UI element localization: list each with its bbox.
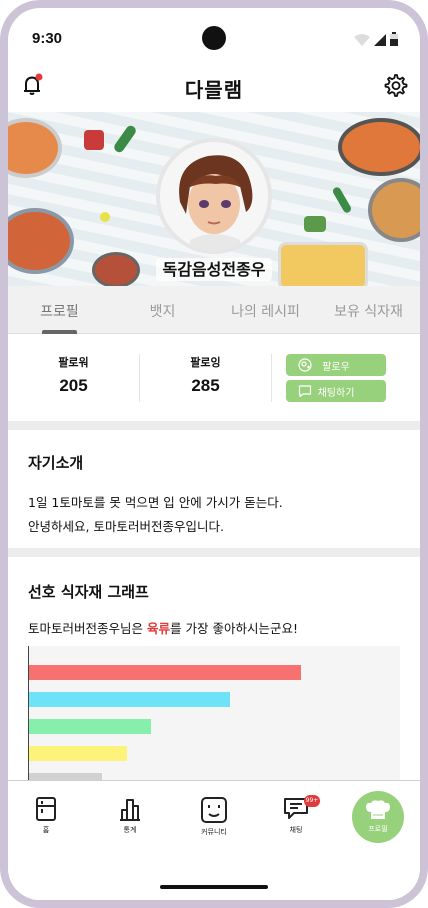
- bar-chart-icon: [120, 799, 140, 821]
- tab-badges[interactable]: 뱃지: [111, 286, 214, 333]
- nav-profile[interactable]: 프로필: [352, 791, 404, 843]
- fridge-icon: [36, 797, 56, 821]
- chat-unread-badge: 99+: [304, 795, 320, 807]
- profile-banner: 독감음성전종우: [8, 112, 420, 286]
- intro-section: 자기소개 1일 1토마토를 못 먹으면 입 안에 가시가 돋는다. 안녕하세요,…: [28, 430, 400, 539]
- followers-count: 205: [59, 376, 88, 395]
- app-title: 다믈램: [184, 78, 244, 102]
- section-divider: [8, 421, 420, 430]
- graph-title: 선호 식자재 그래프: [28, 583, 149, 601]
- nav-stats-label: 통계: [123, 826, 137, 834]
- profile-actions: 팔로우 채팅하기: [272, 354, 386, 402]
- follow-button-label: 팔로우: [322, 361, 350, 373]
- chart-bar: [29, 665, 301, 680]
- graph-desc-suffix: 를 가장 좋아하시는군요!: [170, 621, 298, 636]
- profile-nickname: 독감음성전종우: [8, 256, 420, 281]
- screen: 9:30 다믈램 독감음성전종우 프로필 뱃지 나의 레시피 보유 식자재 팔로…: [8, 8, 420, 900]
- home-indicator[interactable]: [160, 885, 268, 889]
- profile-nickname-text: 독감음성전종우: [156, 258, 272, 281]
- nav-chat-label: 채팅: [289, 826, 303, 834]
- bottom-nav: 홈 통계 커뮤니티 채팅 99+ 프로필: [8, 780, 420, 900]
- status-time: 9:30: [32, 30, 63, 47]
- tab-owned-ingredients[interactable]: 보유 식자재: [317, 286, 420, 333]
- followers-label: 팔로워: [58, 356, 89, 369]
- follow-stats-row: 팔로워 205 팔로잉 285 팔로우 채팅하기: [8, 335, 420, 421]
- following-count: 285: [191, 376, 220, 395]
- nav-home-label: 홈: [42, 826, 50, 834]
- status-icons: [354, 32, 398, 46]
- following-label: 팔로잉: [190, 356, 221, 369]
- follow-button[interactable]: 팔로우: [286, 354, 386, 376]
- signal-icon: [374, 34, 386, 46]
- front-camera: [202, 26, 226, 50]
- preference-bar-chart: [28, 646, 400, 788]
- graph-description: 토마토러버전종우님은 육류를 가장 좋아하시는군요!: [28, 618, 400, 637]
- graph-desc-prefix: 토마토러버전종우님은: [28, 621, 147, 636]
- nav-stats[interactable]: 통계: [100, 791, 160, 835]
- section-divider: [8, 548, 420, 557]
- graph-desc-highlight: 육류: [146, 621, 170, 636]
- status-bar: 9:30: [8, 8, 420, 64]
- following-stat[interactable]: 팔로잉 285: [140, 354, 272, 402]
- device-frame: 9:30 다믈램 독감음성전종우 프로필 뱃지 나의 레시피 보유 식자재 팔로…: [0, 0, 428, 908]
- nav-home[interactable]: 홈: [16, 791, 76, 835]
- intro-line: 안녕하세요, 토마토러버전종우입니다.: [28, 519, 224, 534]
- tab-profile[interactable]: 프로필: [8, 286, 111, 334]
- chat-button-label: 채팅하기: [317, 387, 355, 399]
- profile-tabs: 프로필 뱃지 나의 레시피 보유 식자재: [8, 286, 420, 334]
- avatar-portrait: [160, 142, 268, 250]
- intro-body: 1일 1토마토를 못 먹으면 입 안에 가시가 돋는다. 안녕하세요, 토마토러…: [28, 491, 400, 539]
- add-user-icon: [298, 358, 312, 372]
- chat-bubble-icon: [298, 385, 312, 398]
- wifi-icon: [354, 34, 370, 46]
- tab-my-recipes[interactable]: 나의 레시피: [214, 286, 317, 333]
- chart-bar: [29, 692, 230, 707]
- app-header: 다믈램: [8, 66, 420, 112]
- chef-hat-icon: [366, 800, 390, 819]
- battery-icon: [390, 32, 398, 46]
- nav-community[interactable]: 커뮤니티: [184, 791, 244, 837]
- nav-community-label: 커뮤니티: [201, 828, 227, 836]
- settings-gear-icon[interactable]: [382, 72, 408, 98]
- smile-face-icon: [201, 797, 227, 823]
- followers-stat[interactable]: 팔로워 205: [8, 354, 140, 402]
- nav-profile-label: 프로필: [368, 825, 388, 833]
- chat-button[interactable]: 채팅하기: [286, 380, 386, 402]
- chart-bar: [29, 746, 127, 761]
- intro-title: 자기소개: [28, 454, 84, 472]
- preference-graph-section: 선호 식자재 그래프 토마토러버전종우님은 육류를 가장 좋아하시는군요!: [28, 557, 400, 637]
- chart-bar: [29, 719, 151, 734]
- avatar[interactable]: [160, 142, 268, 250]
- intro-line: 1일 1토마토를 못 먹으면 입 안에 가시가 돋는다.: [28, 495, 283, 510]
